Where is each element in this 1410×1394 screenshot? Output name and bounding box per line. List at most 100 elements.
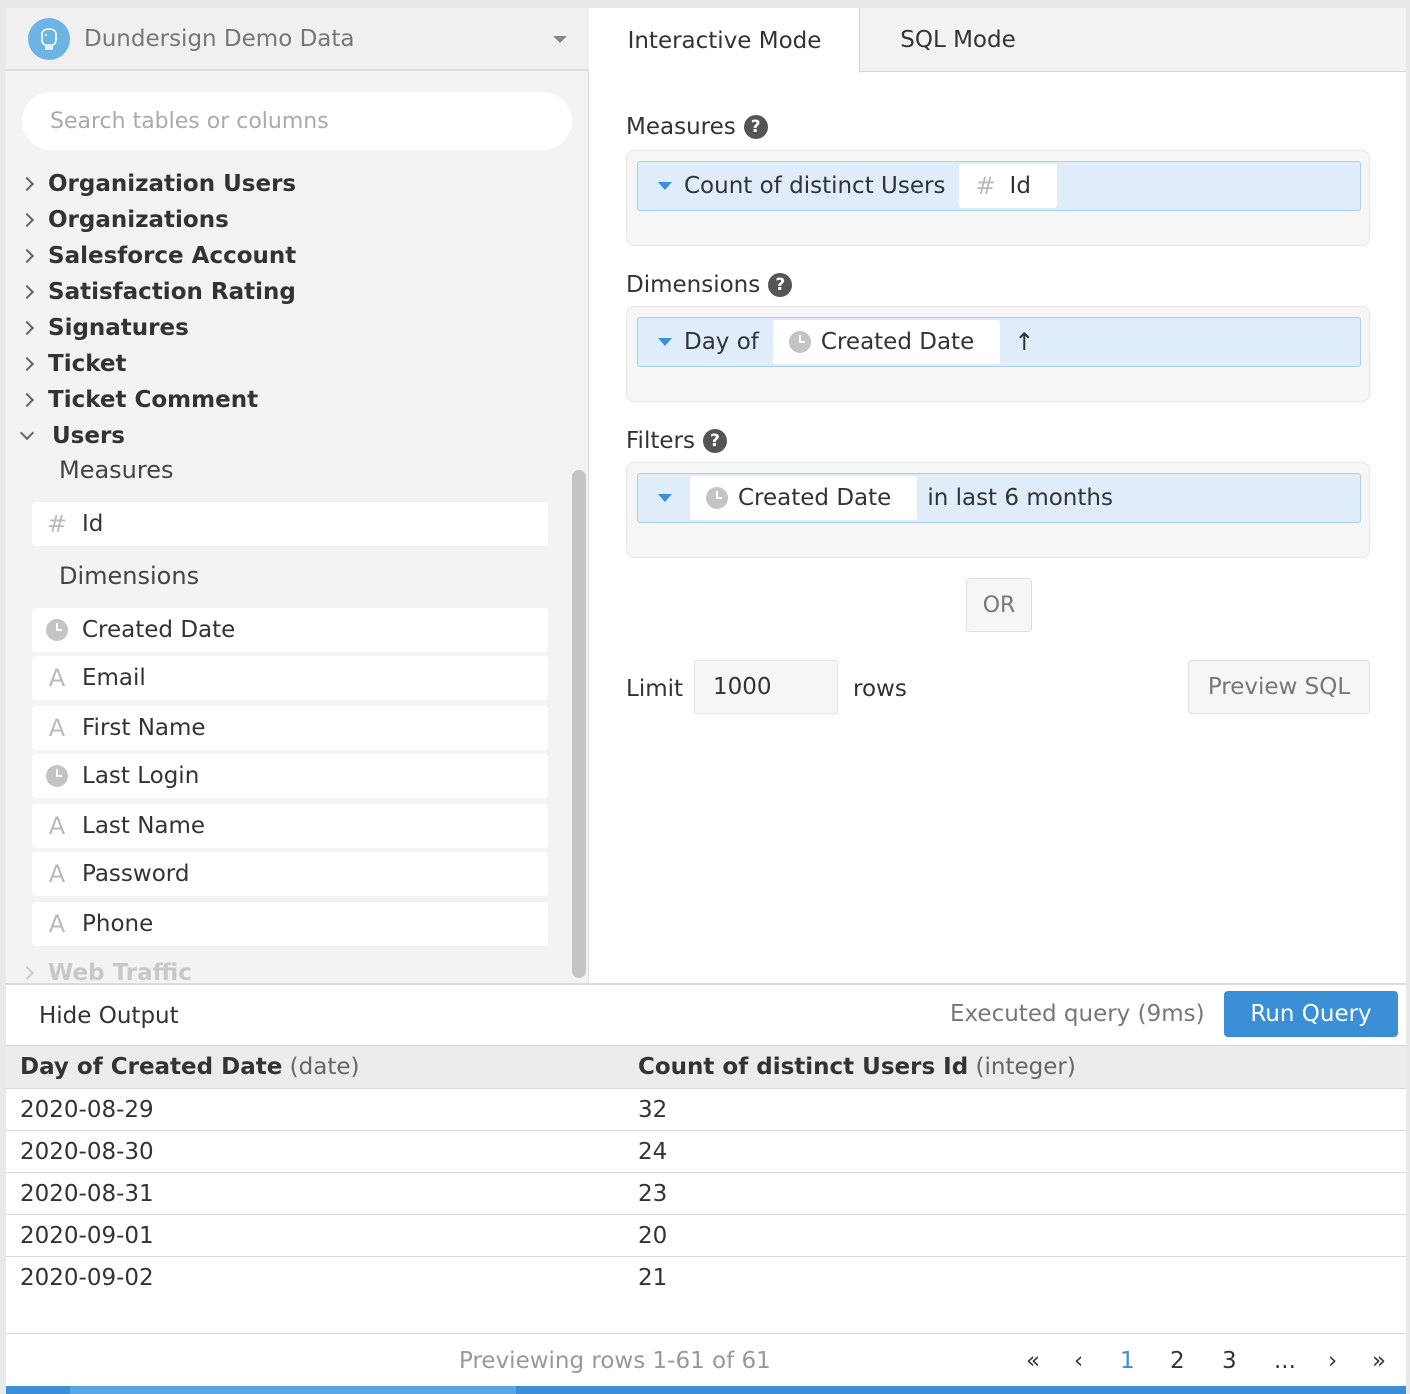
help-icon[interactable]: ? bbox=[702, 429, 727, 453]
text-type-icon: A bbox=[48, 714, 66, 742]
scrollbar[interactable] bbox=[570, 170, 588, 980]
help-icon[interactable]: ? bbox=[743, 115, 768, 139]
measures-dropzone[interactable]: Count of distinct Users # Id bbox=[626, 150, 1370, 246]
measures-section-label: Measures bbox=[59, 456, 174, 484]
table-cell: 23 bbox=[638, 1181, 668, 1207]
dimensions-dropzone[interactable]: Day of Created Date ↑ bbox=[626, 306, 1370, 402]
table-item-organization-users[interactable]: Organization Users bbox=[19, 166, 297, 202]
hash-icon: # bbox=[975, 172, 996, 200]
field-last-login[interactable]: Last Login bbox=[32, 754, 548, 798]
table-name: Signatures bbox=[48, 315, 189, 341]
table-name: Users bbox=[52, 423, 125, 449]
column-header[interactable]: Day of Created Date (date) bbox=[20, 1054, 359, 1080]
chevron-right-icon bbox=[19, 965, 35, 980]
page-3-button[interactable]: 3 bbox=[1222, 1348, 1237, 1374]
filters-dropzone[interactable]: Created Date in last 6 months bbox=[626, 462, 1370, 558]
field-phone[interactable]: A Phone bbox=[32, 902, 548, 946]
column-name: Count of distinct Users Id bbox=[638, 1054, 969, 1080]
field-label: Email bbox=[82, 665, 146, 691]
page-1-button[interactable]: 1 bbox=[1120, 1348, 1135, 1374]
table-item-organizations[interactable]: Organizations bbox=[19, 202, 229, 238]
last-page-button[interactable]: » bbox=[1372, 1348, 1386, 1374]
text-type-icon: A bbox=[48, 860, 66, 888]
column-type: (date) bbox=[289, 1054, 360, 1080]
field-first-name[interactable]: A First Name bbox=[32, 706, 548, 750]
table-name: Salesforce Account bbox=[48, 243, 297, 269]
dimension-granularity: Day of bbox=[684, 329, 759, 355]
table-cell: 24 bbox=[638, 1139, 668, 1165]
caret-down-icon[interactable] bbox=[658, 338, 672, 346]
table-cell: 32 bbox=[638, 1097, 668, 1123]
field-password[interactable]: A Password bbox=[32, 852, 548, 896]
caret-down-icon[interactable] bbox=[658, 494, 672, 502]
sort-ascending-icon[interactable]: ↑ bbox=[1014, 328, 1034, 356]
table-item-satisfaction-rating[interactable]: Satisfaction Rating bbox=[19, 274, 296, 310]
chevron-right-icon bbox=[19, 392, 35, 408]
results-table: Day of Created Date (date) Count of dist… bbox=[6, 1045, 1406, 1299]
tab-sql-mode[interactable]: SQL Mode bbox=[860, 8, 1056, 72]
table-item-salesforce-account[interactable]: Salesforce Account bbox=[19, 238, 297, 274]
progress-bar-segment bbox=[70, 1386, 516, 1394]
next-page-button[interactable]: › bbox=[1328, 1348, 1337, 1374]
table-name: Ticket bbox=[48, 351, 127, 377]
table-cell: 2020-08-29 bbox=[20, 1097, 154, 1123]
column-type: (integer) bbox=[975, 1054, 1076, 1080]
measures-title: Measures ? bbox=[626, 114, 768, 140]
table-item-signatures[interactable]: Signatures bbox=[19, 310, 189, 346]
dimension-pill[interactable]: Day of Created Date ↑ bbox=[637, 317, 1361, 367]
filters-title: Filters ? bbox=[626, 428, 727, 454]
dimension-field-chip[interactable]: Created Date bbox=[772, 320, 1001, 364]
field-id[interactable]: # Id bbox=[32, 502, 548, 546]
filter-field-chip[interactable]: Created Date bbox=[690, 476, 918, 520]
table-item-ticket-comment[interactable]: Ticket Comment bbox=[19, 382, 258, 418]
table-row: 2020-09-02 21 bbox=[6, 1257, 1406, 1299]
run-query-button[interactable]: Run Query bbox=[1224, 991, 1398, 1037]
table-tree: Organization Users Organizations Salesfo… bbox=[6, 158, 570, 980]
help-icon[interactable]: ? bbox=[768, 273, 793, 297]
schema-panel: Dundersign Demo Data Organization Users … bbox=[6, 8, 589, 983]
filter-condition[interactable]: in last 6 months bbox=[927, 485, 1113, 511]
table-name: Organization Users bbox=[48, 171, 297, 197]
chevron-right-icon bbox=[19, 248, 35, 264]
elephant-icon bbox=[28, 17, 70, 60]
table-cell: 2020-08-30 bbox=[20, 1139, 154, 1165]
preview-sql-button[interactable]: Preview SQL bbox=[1188, 660, 1370, 714]
chevron-right-icon bbox=[19, 356, 35, 372]
field-label: Password bbox=[82, 861, 190, 887]
field-created-date[interactable]: Created Date bbox=[32, 608, 548, 652]
table-name: Satisfaction Rating bbox=[48, 279, 296, 305]
table-header: Day of Created Date (date) Count of dist… bbox=[6, 1045, 1406, 1089]
first-page-button[interactable]: « bbox=[1026, 1348, 1040, 1374]
datasource-name: Dundersign Demo Data bbox=[84, 25, 355, 52]
chevron-right-icon bbox=[19, 212, 35, 228]
search-input[interactable] bbox=[22, 92, 572, 150]
filter-pill[interactable]: Created Date in last 6 months bbox=[637, 473, 1361, 523]
query-builder: Interactive Mode SQL Mode Measures ? Cou… bbox=[590, 8, 1406, 983]
table-item-web-traffic[interactable]: Web Traffic bbox=[19, 955, 192, 980]
field-last-name[interactable]: A Last Name bbox=[32, 804, 548, 848]
field-label: Id bbox=[82, 511, 104, 537]
caret-down-icon[interactable] bbox=[658, 182, 672, 190]
output-panel: Hide Output Executed query (9ms) Run Que… bbox=[6, 983, 1406, 1394]
measure-field-chip[interactable]: # Id bbox=[959, 164, 1057, 208]
text-type-icon: A bbox=[48, 664, 66, 692]
table-item-users[interactable]: Users bbox=[19, 418, 125, 454]
page-2-button[interactable]: 2 bbox=[1170, 1348, 1185, 1374]
tab-interactive-mode[interactable]: Interactive Mode bbox=[590, 8, 860, 73]
hide-output-button[interactable]: Hide Output bbox=[39, 1003, 179, 1029]
or-button[interactable]: OR bbox=[966, 578, 1032, 632]
limit-input[interactable] bbox=[694, 660, 838, 714]
measure-pill[interactable]: Count of distinct Users # Id bbox=[637, 161, 1361, 211]
hash-icon: # bbox=[46, 510, 68, 538]
datasource-select[interactable]: Dundersign Demo Data bbox=[6, 8, 589, 71]
mode-tabs: Interactive Mode SQL Mode bbox=[590, 8, 1406, 73]
column-header[interactable]: Count of distinct Users Id (integer) bbox=[638, 1054, 1076, 1080]
field-label: Created Date bbox=[82, 617, 236, 643]
prev-page-button[interactable]: ‹ bbox=[1074, 1348, 1083, 1374]
chevron-right-icon bbox=[19, 284, 35, 300]
field-email[interactable]: A Email bbox=[32, 656, 548, 700]
table-cell: 21 bbox=[638, 1265, 668, 1291]
scrollbar-thumb[interactable] bbox=[572, 470, 586, 978]
table-item-ticket[interactable]: Ticket bbox=[19, 346, 127, 382]
measure-field-label: Id bbox=[1009, 173, 1031, 199]
